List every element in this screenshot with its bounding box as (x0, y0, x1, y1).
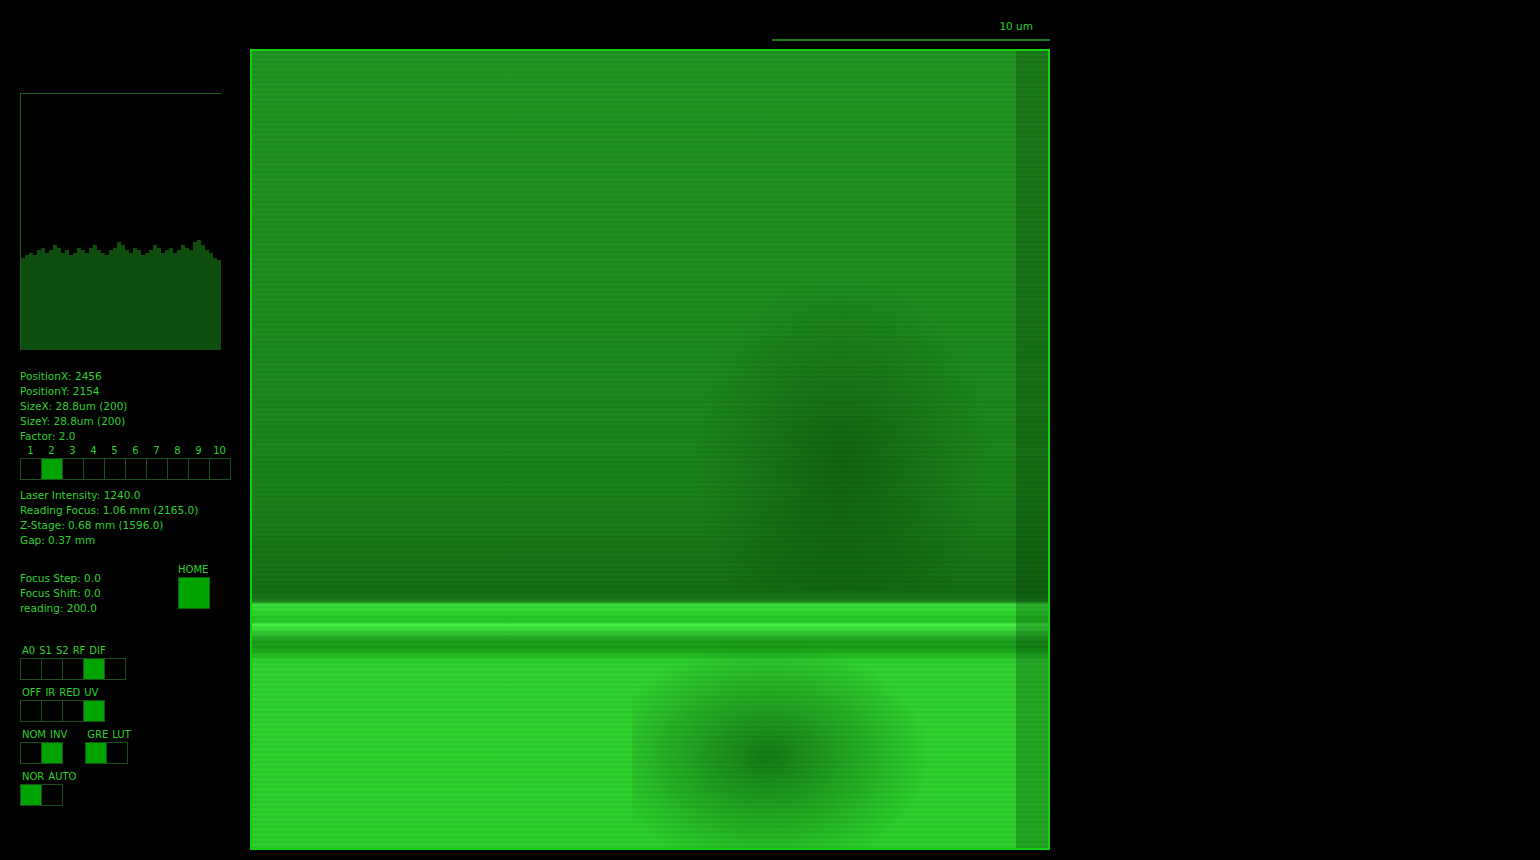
laser-line: Gap: 0.37 mm (20, 533, 250, 548)
toggle-row: OFF IR RED UV (20, 686, 250, 722)
toggle-row: NOM INV GRE LUT (20, 728, 250, 764)
toggle-box[interactable] (20, 784, 42, 806)
toggle-label: NOR (22, 770, 44, 784)
factor-box[interactable] (41, 458, 63, 480)
toggle-label: A0 (22, 644, 35, 658)
toggle-labels: GRE LUT (85, 728, 131, 742)
factor-label: 3 (62, 444, 83, 458)
focus-line: Focus Shift: 0.0 (20, 586, 101, 601)
scale-label: 10 um (999, 19, 1033, 33)
toggle-label: INV (50, 728, 67, 742)
toggle-box[interactable] (62, 700, 84, 722)
toggle-labels: NOM INV (20, 728, 67, 742)
factor-box[interactable] (83, 458, 105, 480)
toggle-label: S2 (56, 644, 69, 658)
toggle-row: NOR AUTO (20, 770, 250, 806)
factor-label: 8 (167, 444, 188, 458)
toggle-boxes (20, 742, 67, 764)
laser-line: Reading Focus: 1.06 mm (2165.0) (20, 503, 250, 518)
toggle-box[interactable] (41, 700, 63, 722)
info-line: SizeX: 28.8um (200) (20, 399, 250, 414)
toggle-label: NOM (22, 728, 46, 742)
factor-selector (20, 458, 250, 480)
factor-labels: 12345678910 (20, 444, 230, 458)
toggle-row: A0 S1 S2 RFDIF (20, 644, 250, 680)
factor-label: 9 (188, 444, 209, 458)
toggle-box[interactable] (20, 658, 42, 680)
toggle-group: NOR AUTO (20, 770, 76, 806)
factor-label: 7 (146, 444, 167, 458)
position-info: PositionX: 2456PositionY: 2154SizeX: 28.… (20, 369, 250, 444)
focus-line: Focus Step: 0.0 (20, 571, 101, 586)
info-line: PositionX: 2456 (20, 369, 250, 384)
toggle-labels: OFF IR RED UV (20, 686, 104, 700)
toggle-box[interactable] (41, 658, 63, 680)
toggle-box[interactable] (20, 742, 42, 764)
factor-label: 1 (20, 444, 41, 458)
factor-box[interactable] (188, 458, 210, 480)
microscope-image (250, 49, 1050, 850)
laser-line: Laser Intensity: 1240.0 (20, 488, 250, 503)
factor-box[interactable] (167, 458, 189, 480)
scale-bar: 10 um (250, 0, 1050, 49)
toggle-group: A0 S1 S2 RFDIF (20, 644, 125, 680)
toggle-label: RF (73, 644, 86, 658)
laser-line: Z-Stage: 0.68 mm (1596.0) (20, 518, 250, 533)
toggle-label: RED (59, 686, 80, 700)
toggle-box[interactable] (41, 742, 63, 764)
toggle-box[interactable] (62, 658, 84, 680)
toggle-label: S1 (39, 644, 52, 658)
toggle-box[interactable] (20, 700, 42, 722)
factor-label: 10 (209, 444, 230, 458)
home-label: HOME (178, 563, 208, 577)
factor-box[interactable] (20, 458, 42, 480)
toggle-label: AUTO (48, 770, 76, 784)
toggle-label: IR (45, 686, 55, 700)
factor-box[interactable] (125, 458, 147, 480)
focus-info: Focus Step: 0.0Focus Shift: 0.0reading: … (20, 571, 101, 616)
home-button[interactable]: HOME (178, 563, 210, 616)
toggle-box[interactable] (83, 658, 105, 680)
toggle-boxes (20, 784, 76, 806)
toggle-box[interactable] (104, 658, 126, 680)
factor-label: 6 (125, 444, 146, 458)
toggle-label: GRE (87, 728, 108, 742)
toggle-boxes (20, 658, 125, 680)
toggle-box[interactable] (85, 742, 107, 764)
toggle-label: OFF (22, 686, 41, 700)
toggle-group: NOM INV (20, 728, 67, 764)
factor-label: 2 (41, 444, 62, 458)
toggle-labels: NOR AUTO (20, 770, 76, 784)
toggle-box[interactable] (83, 700, 105, 722)
histogram-bar (217, 260, 221, 350)
toggle-label: UV (84, 686, 98, 700)
laser-info: Laser Intensity: 1240.0Reading Focus: 1.… (20, 488, 250, 548)
toggle-labels: A0 S1 S2 RFDIF (20, 644, 125, 658)
home-box[interactable] (178, 577, 210, 609)
toggle-box[interactable] (106, 742, 128, 764)
factor-label: 4 (83, 444, 104, 458)
factor-box[interactable] (146, 458, 168, 480)
toggle-panel: A0 S1 S2 RFDIF OFF IR RED UV NOM INV GRE LUT NOR AUTO (20, 644, 250, 812)
toggle-group: OFF IR RED UV (20, 686, 104, 722)
toggle-label: LUT (112, 728, 131, 742)
factor-box[interactable] (104, 458, 126, 480)
focus-line: reading: 200.0 (20, 601, 101, 616)
toggle-box[interactable] (41, 784, 63, 806)
toggle-label: DIF (89, 644, 105, 658)
control-panel: PositionX: 2456PositionY: 2154SizeX: 28.… (0, 0, 250, 860)
histogram (20, 93, 221, 350)
toggle-boxes (85, 742, 131, 764)
factor-box[interactable] (62, 458, 84, 480)
info-line: SizeY: 28.8um (200) (20, 414, 250, 429)
toggle-group: GRE LUT (85, 728, 131, 764)
toggle-boxes (20, 700, 104, 722)
scale-line (772, 39, 1050, 41)
factor-box[interactable] (209, 458, 231, 480)
factor-label: 5 (104, 444, 125, 458)
info-line: Factor: 2.0 (20, 429, 250, 444)
info-line: PositionY: 2154 (20, 384, 250, 399)
